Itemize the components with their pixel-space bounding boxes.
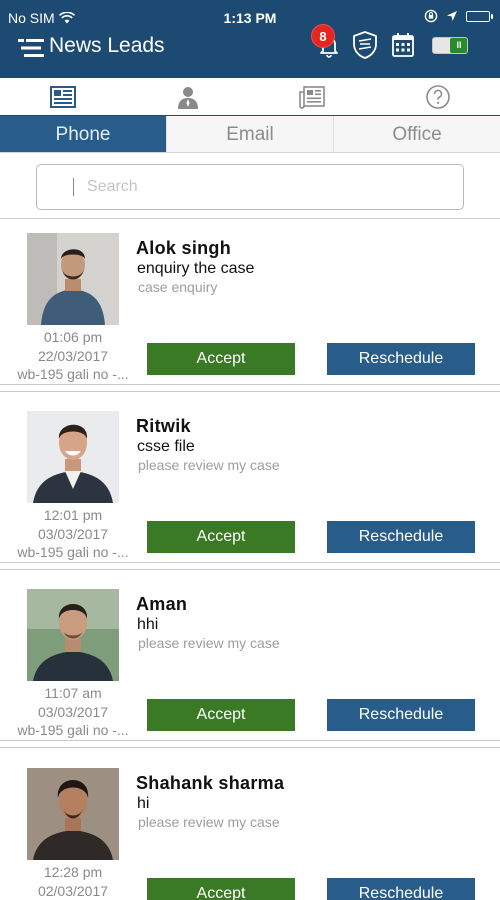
lead-address: wb-195 gali no -...: [17, 544, 129, 560]
menu-icon[interactable]: [18, 38, 44, 58]
lead-time: 11:07 am: [44, 685, 102, 701]
search-input[interactable]: Search: [36, 164, 464, 210]
lead-subject: csse file: [137, 438, 195, 455]
lead-time: 12:01 pm: [43, 507, 103, 523]
lead-date: 22/03/2017: [37, 348, 109, 364]
card-divider: [0, 740, 500, 748]
tab-email[interactable]: Email: [166, 116, 333, 152]
search-placeholder: Search: [87, 178, 138, 195]
lead-name: Alok singh: [136, 238, 232, 258]
toggle-knob: III: [450, 38, 467, 53]
lead-description: please review my case: [138, 635, 280, 651]
text-cursor: [73, 178, 74, 196]
reschedule-button[interactable]: Reschedule: [327, 699, 475, 731]
accept-button[interactable]: Accept: [147, 343, 295, 375]
reschedule-button[interactable]: Reschedule: [327, 521, 475, 553]
lead-card[interactable]: 11:07 am 03/03/2017 wb-195 gali no -... …: [0, 575, 500, 748]
lead-card[interactable]: 01:06 pm 22/03/2017 wb-195 gali no -... …: [0, 219, 500, 392]
calendar-icon: [392, 33, 414, 57]
lead-date: 03/03/2017: [37, 526, 109, 542]
availability-toggle[interactable]: III: [432, 37, 468, 54]
lead-name: Ritwik: [136, 416, 191, 436]
accept-button[interactable]: Accept: [147, 699, 295, 731]
lead-name: Aman: [136, 594, 188, 614]
lead-card[interactable]: 12:28 pm 02/03/2017 Shahank sharma hi pl…: [0, 754, 500, 900]
shield-icon: [353, 31, 377, 59]
avatar: [27, 411, 119, 503]
lead-date: 02/03/2017: [37, 883, 109, 899]
tab-office[interactable]: Office: [333, 116, 500, 152]
orientation-lock-icon: [424, 9, 438, 23]
lead-time: 01:06 pm: [43, 329, 103, 345]
tab-help[interactable]: [375, 78, 500, 115]
lead-subject: hhi: [137, 616, 159, 633]
tab-news[interactable]: [0, 78, 125, 115]
lead-description: please review my case: [138, 457, 280, 473]
avatar: [27, 768, 119, 860]
page-title: News Leads: [49, 34, 165, 57]
lead-description: please review my case: [138, 814, 280, 830]
lead-subject: hi: [137, 795, 150, 812]
lead-address: wb-195 gali no -...: [17, 722, 129, 738]
accept-button[interactable]: Accept: [147, 878, 295, 900]
help-icon: [425, 84, 450, 109]
shield-button[interactable]: [352, 30, 378, 60]
app-header: No SIM 1:13 PM News Leads 8 III: [0, 0, 500, 78]
lead-time: 12:28 pm: [43, 864, 103, 880]
avatar: [27, 233, 119, 325]
reschedule-button[interactable]: Reschedule: [327, 878, 475, 900]
nav-bar: News Leads 8 III: [0, 24, 500, 78]
card-divider: [0, 384, 500, 392]
lead-description: case enquiry: [138, 279, 218, 295]
calendar-button[interactable]: [391, 32, 415, 58]
status-right: [424, 9, 493, 23]
battery-icon: [466, 10, 493, 22]
notification-badge: 8: [311, 24, 335, 48]
icon-tab-bar: [0, 78, 500, 115]
lead-subject: enquiry the case: [137, 260, 255, 277]
channel-tabs: Phone Email Office: [0, 115, 500, 153]
lead-name: Shahank sharma: [136, 773, 285, 793]
location-arrow-icon: [447, 11, 457, 21]
avatar: [27, 589, 119, 681]
lead-date: 03/03/2017: [37, 704, 109, 720]
newspaper-icon: [49, 85, 76, 108]
card-divider: [0, 562, 500, 570]
lead-card[interactable]: 12:01 pm 03/03/2017 wb-195 gali no -... …: [0, 397, 500, 570]
tab-contacts[interactable]: [125, 78, 250, 115]
tab-documents[interactable]: [250, 78, 375, 115]
tab-phone[interactable]: Phone: [0, 116, 166, 152]
accept-button[interactable]: Accept: [147, 521, 295, 553]
documents-icon: [298, 85, 325, 109]
lead-address: wb-195 gali no -...: [17, 366, 129, 382]
reschedule-button[interactable]: Reschedule: [327, 343, 475, 375]
person-icon: [177, 86, 198, 109]
